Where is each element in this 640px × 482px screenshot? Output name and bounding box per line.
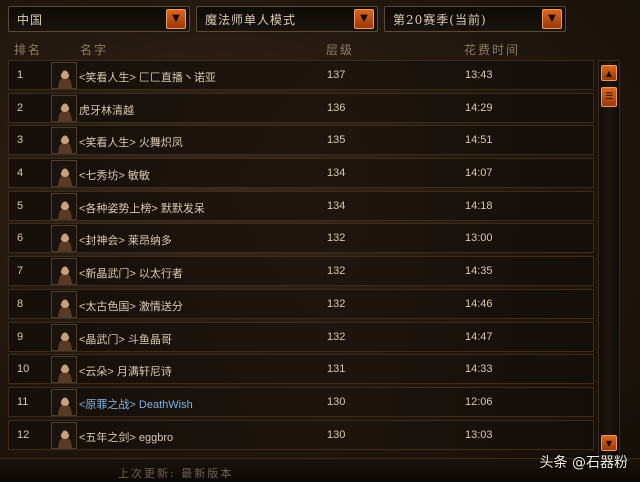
wizard-portrait-icon	[51, 94, 77, 122]
table-row[interactable]: 12 <五年之剑> eggbro 130 13:03	[8, 419, 594, 450]
chevron-down-icon[interactable]: ▼	[166, 9, 186, 29]
season-select[interactable]: 第20赛季(当前) ▼	[384, 6, 566, 32]
rank-cell: 12	[17, 428, 30, 441]
player-name-cell[interactable]: <晶武门> 斗鱼晶哥	[79, 331, 172, 347]
mode-select[interactable]: 魔法师单人模式 ▼	[196, 6, 378, 32]
wizard-portrait-icon	[51, 421, 77, 449]
table-row[interactable]: 8 <太古色国> 激情送分 132 14:46	[8, 288, 594, 319]
chevron-down-icon[interactable]: ▼	[542, 9, 562, 29]
region-select-value: 中国	[17, 12, 44, 27]
player-name-cell[interactable]: 虎牙林清越	[79, 102, 134, 118]
rank-cell: 3	[17, 134, 24, 147]
rank-cell: 2	[17, 101, 24, 114]
table-row[interactable]: 2 虎牙林清越 136 14:29	[8, 92, 594, 123]
time-cell: 13:00	[465, 232, 493, 245]
scrollbar[interactable]: ▲ ☰ ▼	[598, 60, 620, 456]
table-row[interactable]: 1 <笑看人生> 匚匚直播丶诺亚 137 13:43	[8, 60, 594, 90]
table-row[interactable]: 4 <七秀坊> 敏敏 134 14:07	[8, 158, 594, 189]
region-select[interactable]: 中国 ▼	[8, 6, 190, 32]
level-cell: 134	[327, 167, 346, 180]
level-cell: 135	[327, 134, 346, 147]
rank-cell: 11	[17, 395, 29, 408]
player-name-cell[interactable]: <原罪之战> DeathWish	[79, 396, 193, 412]
level-cell: 134	[327, 199, 346, 212]
rank-cell: 9	[17, 330, 24, 343]
wizard-portrait-icon	[51, 225, 77, 253]
wizard-portrait-icon	[51, 290, 77, 318]
header-rank: 排名	[14, 43, 43, 57]
header-level: 层级	[326, 43, 355, 57]
watermark: 头条 @石器粉	[539, 455, 628, 471]
player-name-cell[interactable]: <笑看人生> 匚匚直播丶诺亚	[79, 69, 216, 85]
table-row[interactable]: 7 <新晶武门> 以太行者 132 14:35	[8, 256, 594, 287]
leaderboard-list: 1 <笑看人生> 匚匚直播丶诺亚 137 13:43 2 虎牙林清越 136 14:29 3 <笑…	[8, 60, 594, 452]
wizard-portrait-icon	[51, 323, 77, 351]
player-name-cell[interactable]: <新晶武门> 以太行者	[79, 265, 183, 281]
table-row[interactable]: 6 <封神会> 莱昂纳多 132 13:00	[8, 223, 594, 254]
header-name: 名字	[80, 43, 109, 57]
mode-select-value: 魔法师单人模式	[205, 12, 297, 27]
level-cell: 130	[327, 428, 346, 441]
time-cell: 14:51	[465, 134, 493, 147]
level-cell: 137	[327, 69, 346, 81]
level-cell: 132	[327, 330, 346, 343]
time-cell: 13:03	[465, 428, 493, 441]
rank-cell: 1	[17, 69, 24, 81]
wizard-portrait-icon	[51, 388, 77, 416]
wizard-portrait-icon	[51, 62, 77, 89]
time-cell: 14:46	[465, 297, 493, 310]
wizard-portrait-icon	[51, 192, 77, 220]
table-row[interactable]: 11 <原罪之战> DeathWish 130 12:06	[8, 386, 594, 417]
time-cell: 14:07	[465, 167, 493, 180]
last-update-text: 上次更新: 最新版本	[118, 467, 234, 480]
level-cell: 136	[327, 101, 346, 114]
table-row[interactable]: 9 <晶武门> 斗鱼晶哥 132 14:47	[8, 321, 594, 352]
player-name-cell[interactable]: <七秀坊> 敏敏	[79, 167, 150, 183]
player-name-cell[interactable]: <云朵> 月满轩尼诗	[79, 363, 172, 379]
wizard-portrait-icon	[51, 258, 77, 286]
wizard-portrait-icon	[51, 160, 77, 188]
arrow-up-icon[interactable]: ▲	[601, 65, 617, 81]
rank-cell: 8	[17, 297, 24, 310]
table-row[interactable]: 3 <笑看人生> 火舞炽凤 135 14:51	[8, 125, 594, 156]
time-cell: 14:35	[465, 265, 493, 278]
rank-cell: 6	[17, 232, 24, 245]
rank-cell: 10	[17, 363, 30, 376]
scroll-thumb-icon[interactable]: ☰	[601, 87, 617, 107]
arrow-down-icon[interactable]: ▼	[601, 435, 617, 451]
time-cell: 12:06	[465, 395, 493, 408]
level-cell: 132	[327, 232, 346, 245]
player-name-cell[interactable]: <各种姿势上榜> 默默发呆	[79, 200, 205, 216]
level-cell: 132	[327, 265, 346, 278]
table-row[interactable]: 5 <各种姿势上榜> 默默发呆 134 14:18	[8, 190, 594, 221]
time-cell: 14:33	[465, 363, 493, 376]
level-cell: 131	[327, 363, 346, 376]
rank-cell: 4	[17, 167, 24, 180]
rank-cell: 7	[17, 265, 24, 278]
level-cell: 132	[327, 297, 346, 310]
chevron-down-icon[interactable]: ▼	[354, 9, 374, 29]
player-name-cell[interactable]: <五年之剑> eggbro	[79, 429, 173, 445]
leaderboard-panel: 中国 ▼ 魔法师单人模式 ▼ 第20赛季(当前) ▼ 排名 名字 层级 花费时间…	[0, 0, 640, 482]
time-cell: 14:47	[465, 330, 493, 343]
season-select-value: 第20赛季(当前)	[393, 12, 487, 27]
level-cell: 130	[327, 395, 346, 408]
wizard-portrait-icon	[51, 127, 77, 155]
time-cell: 13:43	[465, 69, 493, 81]
wizard-portrait-icon	[51, 356, 77, 384]
player-name-cell[interactable]: <封神会> 莱昂纳多	[79, 232, 172, 248]
time-cell: 14:18	[465, 199, 493, 212]
player-name-cell[interactable]: <太古色国> 激情送分	[79, 298, 183, 314]
header-time: 花费时间	[464, 43, 521, 57]
player-name-cell[interactable]: <笑看人生> 火舞炽凤	[79, 134, 183, 150]
table-row[interactable]: 10 <云朵> 月满轩尼诗 131 14:33	[8, 354, 594, 385]
table-header: 排名 名字 层级 花费时间	[8, 38, 594, 60]
rank-cell: 5	[17, 199, 24, 212]
time-cell: 14:29	[465, 101, 493, 114]
